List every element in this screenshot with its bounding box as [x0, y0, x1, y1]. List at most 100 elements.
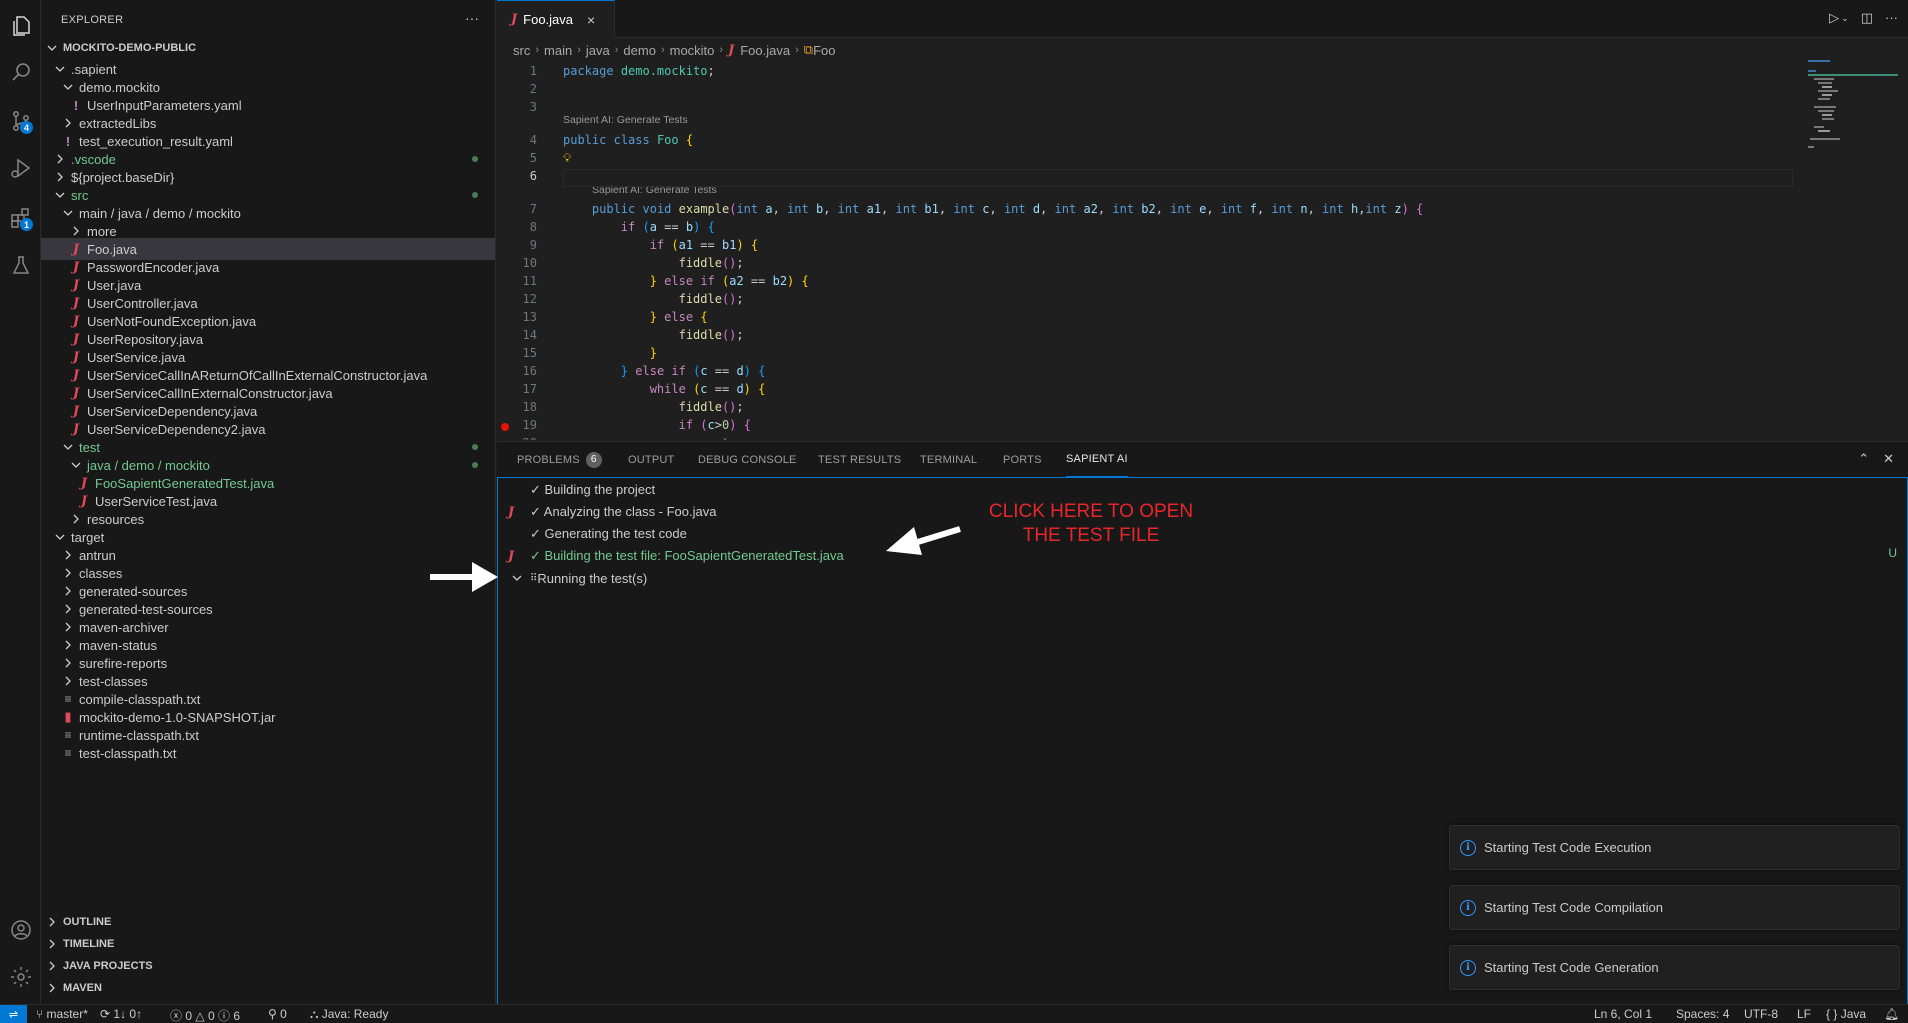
tab-test-results[interactable]: TEST RESULTS [818, 442, 901, 477]
code-line[interactable]: 16 } else if (c == d) { [497, 364, 1908, 382]
explorer-more-icon[interactable]: ··· [465, 10, 479, 26]
notification-toast[interactable]: i Starting Test Code Compilation [1449, 885, 1900, 930]
chevron-down-icon[interactable] [512, 573, 522, 583]
settings-gear-icon[interactable] [0, 957, 41, 997]
notification-message: Starting Test Code Compilation [1484, 900, 1663, 915]
sapient-step[interactable]: J ✓ Building the test file: FooSapientGen… [498, 545, 1907, 567]
breadcrumb-item[interactable]: demo [623, 43, 656, 58]
tree-item-label: UserServiceTest.java [95, 493, 218, 509]
code-line[interactable]: 10 fiddle(); [497, 256, 1908, 274]
search-icon[interactable] [0, 52, 41, 92]
code-line[interactable]: 1 package demo.mockito; [497, 64, 1908, 82]
tab-foo-java[interactable]: J Foo.java × [497, 0, 615, 38]
run-dropdown-icon[interactable]: ⌄ [1841, 13, 1849, 26]
tree-item-label: test-classes [79, 673, 148, 689]
breadcrumb-item[interactable]: src [513, 43, 530, 58]
code-line[interactable]: 12 fiddle(); [497, 292, 1908, 310]
code-line[interactable]: 2 [497, 82, 1908, 100]
tree-item[interactable]: ≡ test-classpath.txt [41, 742, 495, 764]
run-icon[interactable]: ▷ [1829, 10, 1839, 26]
code-line[interactable]: 14 fiddle(); [497, 328, 1908, 346]
breadcrumb-item[interactable]: Foo [813, 43, 835, 58]
language-mode[interactable]: { } Java [1826, 1007, 1866, 1021]
java-file-icon: J [72, 241, 80, 257]
panel-tab-label: SAPIENT AI [1066, 453, 1128, 465]
code-line[interactable]: 19 if (c>0) { [497, 418, 1908, 436]
code-line[interactable]: 20 return; [497, 436, 1908, 440]
tree-item-label: UserInputParameters.yaml [87, 97, 242, 113]
error-icon: ⓧ [170, 1009, 186, 1023]
sapient-step[interactable]: J ✓ Analyzing the class - Foo.java [498, 501, 1907, 523]
notification-toast[interactable]: i Starting Test Code Execution [1449, 825, 1900, 870]
cursor-position[interactable]: Ln 6, Col 1 [1594, 1007, 1652, 1021]
code-line[interactable]: 7 public void example(int a, int b, int … [497, 202, 1908, 220]
chevron-down-icon [61, 206, 75, 220]
panel-tab-label: TEST RESULTS [818, 453, 902, 466]
remote-indicator-icon[interactable]: ⇌ [0, 1005, 27, 1023]
tree-item-label: UserController.java [87, 295, 198, 311]
more-actions-icon[interactable]: ··· [1885, 10, 1898, 26]
braces-icon: { } [1826, 1007, 1841, 1021]
code-line[interactable]: 4 public class Foo { [497, 133, 1908, 151]
tab-ports[interactable]: PORTS [1003, 442, 1042, 477]
tab-debug-console[interactable]: DEBUG CONSOLE [698, 442, 797, 477]
sidebar-section-maven[interactable]: MAVEN [41, 977, 495, 999]
code-editor[interactable]: Sapient AI: Generate Tests Sapient AI: Ge… [497, 60, 1908, 440]
tree-item-label: resources [87, 511, 145, 527]
maximize-panel-icon[interactable]: ⌃ [1858, 451, 1869, 467]
code-line[interactable]: 3 [497, 100, 1908, 118]
breadcrumb-item[interactable]: java [586, 43, 610, 58]
close-panel-icon[interactable]: ✕ [1883, 451, 1894, 467]
code-line[interactable]: 11 } else if (a2 == b2) { [497, 274, 1908, 292]
panel-tabs: PROBLEMS 6 OUTPUT DEBUG CONSOLE TEST RESULTS… [497, 442, 1908, 477]
notifications-bell-icon[interactable]: 🔔︎ [1884, 1007, 1899, 1021]
breadcrumb-item[interactable]: mockito [670, 43, 715, 58]
sapient-step[interactable]: ✓ Building the project [498, 479, 1907, 501]
breadcrumb-item[interactable]: Foo.java [740, 43, 790, 58]
explorer-icon[interactable] [0, 6, 41, 46]
code-line[interactable]: 18 fiddle(); [497, 400, 1908, 418]
explorer-root[interactable]: MOCKITO-DEMO-PUBLIC [41, 37, 495, 59]
run-debug-icon[interactable] [0, 148, 41, 188]
step-label: Running the test(s) [537, 570, 648, 586]
java-file-icon: J [511, 12, 518, 27]
minimap[interactable] [1798, 60, 1908, 440]
sidebar-section-java-projects[interactable]: JAVA PROJECTS [41, 955, 495, 977]
code-line[interactable]: 13 } else { [497, 310, 1908, 328]
code-line[interactable]: 6 [497, 169, 1908, 187]
sapient-step[interactable]: ✓ Generating the test code [498, 523, 1907, 545]
tab-output[interactable]: OUTPUT [628, 442, 674, 477]
breakpoint-icon[interactable] [501, 423, 509, 431]
tree-item-label: User.java [87, 277, 142, 293]
encoding[interactable]: UTF-8 [1744, 1007, 1778, 1021]
code-text: } [649, 346, 657, 360]
root-folder-label: MOCKITO-DEMO-PUBLIC [63, 42, 197, 54]
indentation[interactable]: Spaces: 4 [1676, 1007, 1729, 1021]
tab-terminal[interactable]: TERMINAL [920, 442, 977, 477]
breadcrumb-item[interactable]: main [544, 43, 572, 58]
sapient-step[interactable]: ⠿ Running the test(s) [498, 567, 1907, 589]
source-control-icon[interactable]: 4 [0, 101, 41, 141]
code-line[interactable]: 5 💡︎ [497, 151, 1908, 169]
close-tab-icon[interactable]: × [587, 12, 595, 28]
tab-problems[interactable]: PROBLEMS 6 [517, 442, 602, 477]
account-icon[interactable] [0, 910, 41, 950]
ports-indicator[interactable]: ⚲ 0 [268, 1007, 287, 1021]
split-editor-icon[interactable]: ◫ [1861, 10, 1873, 26]
code-line[interactable]: 8 if (a == b) { [497, 220, 1908, 238]
tab-sapient-ai[interactable]: SAPIENT AI [1066, 442, 1128, 477]
notification-toast[interactable]: i Starting Test Code Generation [1449, 945, 1900, 990]
extensions-icon[interactable]: 1 [0, 198, 41, 238]
problems-indicator[interactable]: ⓧ 0 △ 0 ⓘ 6 [170, 1007, 240, 1023]
code-line[interactable]: 15 } [497, 346, 1908, 364]
sidebar-section-timeline[interactable]: TIMELINE [41, 933, 495, 955]
line-ending[interactable]: LF [1797, 1007, 1811, 1021]
testing-icon[interactable] [0, 246, 41, 286]
branch-indicator[interactable]: ⑂ master* [36, 1007, 88, 1021]
sidebar-section-outline[interactable]: OUTLINE [41, 911, 495, 933]
java-status[interactable]: ⛬ Java: Ready [310, 1007, 388, 1022]
ports-count: 0 [280, 1007, 287, 1021]
code-line[interactable]: 17 while (c == d) { [497, 382, 1908, 400]
sync-indicator[interactable]: ⟳ 1↓ 0↑ [100, 1007, 142, 1021]
code-line[interactable]: 9 if (a1 == b1) { [497, 238, 1908, 256]
